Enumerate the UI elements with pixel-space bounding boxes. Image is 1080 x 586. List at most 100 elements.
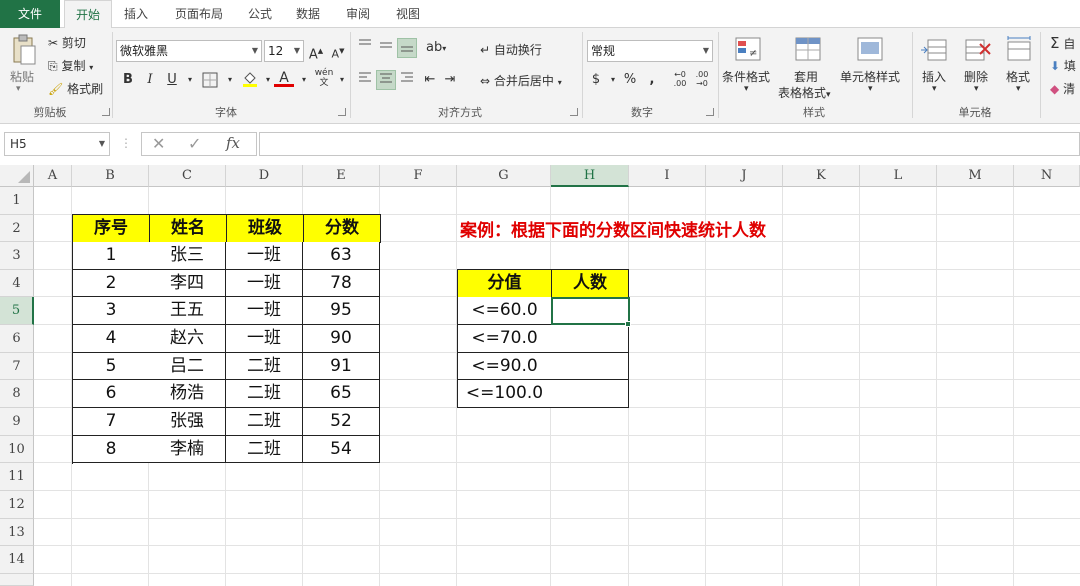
enter-icon[interactable]: ✓ bbox=[188, 134, 201, 153]
table-cell[interactable]: 52 bbox=[303, 408, 380, 436]
table-cell[interactable]: 54 bbox=[303, 436, 380, 463]
table-cell[interactable]: 90 bbox=[303, 325, 380, 353]
chevron-down-icon[interactable]: ▾ bbox=[1016, 84, 1021, 94]
row-header-14[interactable]: 14 bbox=[0, 546, 34, 574]
font-launcher-icon[interactable] bbox=[338, 108, 346, 116]
table-header-cell[interactable]: 班级 bbox=[227, 215, 304, 243]
cell-styles-icon[interactable] bbox=[856, 36, 886, 67]
insert-function-icon[interactable]: fx bbox=[226, 134, 240, 152]
count-cell[interactable] bbox=[551, 353, 629, 380]
column-header-h[interactable]: H bbox=[551, 165, 629, 187]
cut-button[interactable]: ✂ 剪切 bbox=[48, 34, 86, 51]
tab-review[interactable]: 审阅 bbox=[338, 0, 378, 28]
row-header-11[interactable]: 11 bbox=[0, 463, 34, 491]
format-painter-button[interactable]: 🖌 格式刷 bbox=[48, 80, 103, 97]
tab-formulas[interactable]: 公式 bbox=[240, 0, 280, 28]
cell-styles-button[interactable]: 单元格样式 bbox=[840, 68, 900, 85]
tab-home[interactable]: 开始 bbox=[64, 0, 112, 29]
table-cell[interactable]: 张三 bbox=[149, 242, 226, 270]
table-cell[interactable]: 一班 bbox=[226, 242, 303, 270]
table-cell[interactable]: 65 bbox=[303, 380, 380, 408]
table-cell[interactable]: 李四 bbox=[149, 270, 226, 297]
table-header-cell[interactable]: 分值 bbox=[458, 270, 552, 298]
row-header-13[interactable]: 13 bbox=[0, 519, 34, 546]
table-cell[interactable]: 95 bbox=[303, 297, 380, 325]
table-cell[interactable]: 二班 bbox=[226, 408, 303, 436]
resize-dots-icon[interactable]: ⋮ bbox=[120, 136, 132, 150]
row-header-9[interactable]: 9 bbox=[0, 408, 34, 436]
chevron-down-icon[interactable]: ▾ bbox=[294, 70, 314, 90]
row-header-1[interactable]: 1 bbox=[0, 187, 34, 215]
copy-button[interactable]: ⎘ 复制 ▾ bbox=[48, 57, 93, 74]
row-header-2[interactable]: 2 bbox=[0, 215, 34, 242]
phonetic-icon[interactable]: wén 文 bbox=[314, 68, 334, 88]
table-cell[interactable]: 王五 bbox=[149, 297, 226, 325]
table-cell[interactable]: 1 bbox=[72, 242, 150, 270]
table-cell[interactable]: 6 bbox=[72, 380, 150, 408]
case-title[interactable]: 案例：根据下面的分数区间快速统计人数 bbox=[460, 216, 766, 241]
table-cell[interactable]: 8 bbox=[72, 436, 150, 463]
table-cell[interactable]: 3 bbox=[72, 297, 150, 325]
row-header-3[interactable]: 3 bbox=[0, 242, 34, 270]
table-cell[interactable]: 7 bbox=[72, 408, 150, 436]
column-header-e[interactable]: E bbox=[303, 165, 380, 187]
delete-cells-button[interactable]: 删除 bbox=[964, 68, 988, 85]
chevron-down-icon[interactable]: ▾ bbox=[332, 70, 352, 90]
table-cell[interactable]: 二班 bbox=[226, 380, 303, 408]
row-header-7[interactable]: 7 bbox=[0, 353, 34, 380]
table-cell[interactable]: 一班 bbox=[226, 325, 303, 353]
comma-style-icon[interactable]: , bbox=[642, 70, 662, 90]
table-cell[interactable]: 63 bbox=[303, 242, 380, 270]
clipboard-launcher-icon[interactable] bbox=[102, 108, 110, 116]
bold-icon[interactable]: B bbox=[118, 70, 138, 90]
clear-button[interactable]: ◆ 清 bbox=[1050, 80, 1075, 97]
table-cell[interactable]: 张强 bbox=[149, 408, 226, 436]
decrease-indent-icon[interactable]: ⇤ bbox=[420, 70, 440, 90]
align-right-icon[interactable] bbox=[397, 70, 417, 90]
wrap-text-button[interactable]: ↵ 自动换行 bbox=[480, 41, 542, 58]
conditional-format-icon[interactable]: ≠ bbox=[734, 36, 764, 67]
chevron-down-icon[interactable]: ▾ bbox=[744, 84, 749, 94]
fill-button[interactable]: ⬇ 填 bbox=[1050, 57, 1076, 74]
merge-center-button[interactable]: ⇔ 合并后居中 ▾ bbox=[480, 72, 562, 89]
row-header-8[interactable]: 8 bbox=[0, 380, 34, 408]
column-header-m[interactable]: M bbox=[937, 165, 1014, 187]
tab-page-layout[interactable]: 页面布局 bbox=[166, 0, 232, 28]
select-all-corner[interactable] bbox=[0, 165, 34, 187]
column-header-j[interactable]: J bbox=[706, 165, 783, 187]
column-header-l[interactable]: L bbox=[860, 165, 937, 187]
underline-icon[interactable]: U bbox=[162, 70, 182, 90]
count-cell[interactable] bbox=[551, 380, 629, 408]
table-cell[interactable]: 吕二 bbox=[149, 353, 226, 380]
table-cell[interactable]: 4 bbox=[72, 325, 150, 353]
alignment-launcher-icon[interactable] bbox=[570, 108, 578, 116]
chevron-down-icon[interactable]: ▾ bbox=[180, 70, 200, 90]
chevron-down-icon[interactable]: ▾ bbox=[220, 70, 240, 90]
table-cell[interactable]: 二班 bbox=[226, 436, 303, 463]
conditional-format-button[interactable]: 条件格式 bbox=[722, 68, 770, 85]
row-header-4[interactable]: 4 bbox=[0, 270, 34, 297]
table-cell[interactable]: 5 bbox=[72, 353, 150, 380]
fill-color-icon[interactable] bbox=[240, 70, 260, 90]
table-header-cell[interactable]: 人数 bbox=[552, 270, 629, 298]
cancel-icon[interactable]: ✕ bbox=[152, 134, 165, 153]
column-header-k[interactable]: K bbox=[783, 165, 860, 187]
chevron-down-icon[interactable]: ▾ bbox=[868, 84, 873, 94]
table-cell[interactable]: 78 bbox=[303, 270, 380, 297]
score-range-cell[interactable]: <=70.0 bbox=[457, 325, 552, 353]
paste-button[interactable]: 粘贴 bbox=[10, 68, 34, 85]
align-middle-icon[interactable] bbox=[376, 38, 396, 58]
increase-decimal-icon[interactable]: ←0.00 bbox=[670, 70, 690, 90]
tab-file[interactable]: 文件 bbox=[0, 0, 60, 28]
italic-icon[interactable]: I bbox=[140, 70, 160, 90]
font-name-select[interactable]: 微软雅黑 ▼ bbox=[116, 40, 262, 62]
row-header-12[interactable]: 12 bbox=[0, 491, 34, 519]
name-box[interactable]: H5 ▼ bbox=[4, 132, 110, 156]
paste-icon[interactable] bbox=[10, 34, 38, 71]
insert-cells-button[interactable]: 插入 bbox=[922, 68, 946, 85]
number-format-select[interactable]: 常规 ▼ bbox=[587, 40, 713, 62]
decrease-decimal-icon[interactable]: .00 →0 bbox=[692, 70, 712, 90]
fill-handle[interactable] bbox=[625, 321, 631, 327]
column-header-n[interactable]: N bbox=[1014, 165, 1080, 187]
table-cell[interactable]: 杨浩 bbox=[149, 380, 226, 408]
